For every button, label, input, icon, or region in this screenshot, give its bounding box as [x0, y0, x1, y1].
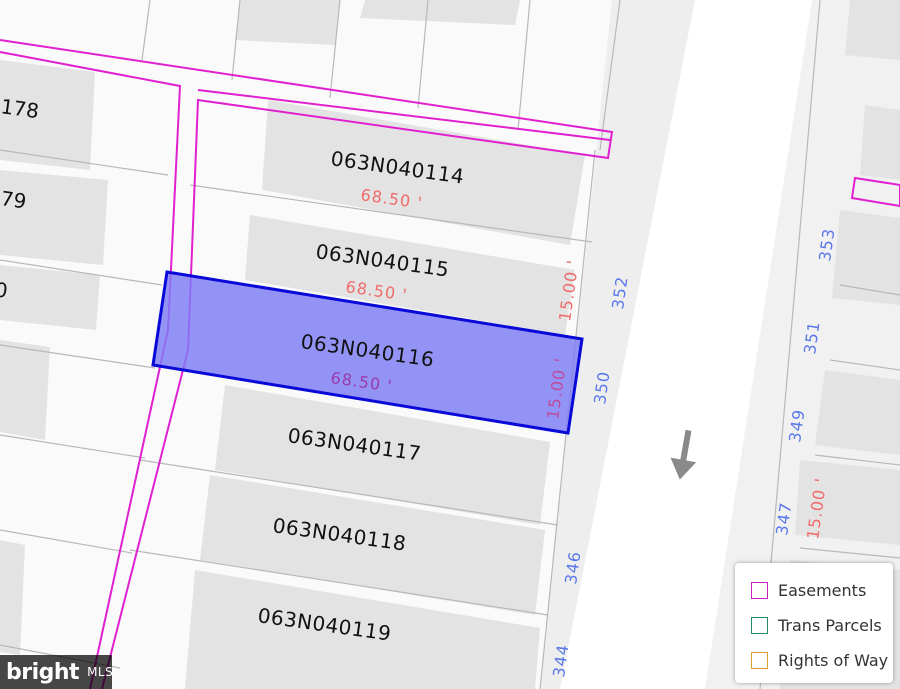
legend-swatch-trans-parcels — [751, 617, 768, 634]
parcel-map[interactable]: 063N040114 063N040115 063N040116 063N040… — [0, 0, 900, 689]
map-legend: Easements Trans Parcels Rights of Way — [735, 563, 893, 683]
building — [0, 340, 50, 440]
legend-item-trans-parcels[interactable]: Trans Parcels — [751, 608, 893, 643]
legend-swatch-easements — [751, 582, 768, 599]
legend-swatch-rights-of-way — [751, 652, 768, 669]
legend-item-rights-of-way[interactable]: Rights of Way — [751, 643, 893, 678]
legend-item-easements[interactable]: Easements — [751, 573, 893, 608]
arrow-shaft — [679, 429, 692, 465]
legend-label: Trans Parcels — [778, 616, 882, 635]
building — [845, 0, 900, 60]
arrow-down-left-icon — [670, 429, 697, 480]
watermark-brand: bright — [6, 659, 80, 685]
building — [0, 265, 100, 330]
building — [860, 105, 900, 180]
building — [832, 210, 900, 305]
legend-label: Rights of Way — [778, 651, 889, 670]
parcel-id-label-partial: 79 — [0, 186, 28, 213]
building — [0, 170, 108, 265]
legend-label: Easements — [778, 581, 867, 600]
building — [815, 370, 900, 455]
arrow-head — [670, 457, 697, 480]
bright-mls-watermark: bright MLS — [0, 655, 114, 689]
building — [235, 0, 340, 45]
watermark-sub: MLS — [87, 665, 114, 679]
